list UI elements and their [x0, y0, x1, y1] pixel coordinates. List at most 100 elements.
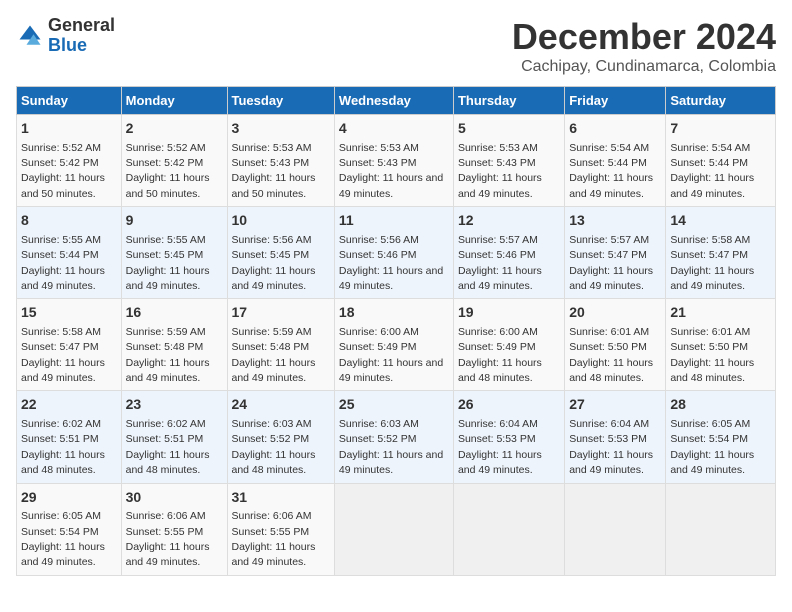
day-detail: Sunrise: 6:01 AM Sunset: 5:50 PM Dayligh…: [670, 326, 754, 384]
logo-icon: [16, 22, 44, 50]
day-detail: Sunrise: 5:58 AM Sunset: 5:47 PM Dayligh…: [21, 326, 105, 384]
calendar-cell: 31Sunrise: 6:06 AM Sunset: 5:55 PM Dayli…: [227, 483, 334, 575]
column-header-saturday: Saturday: [666, 87, 776, 115]
day-detail: Sunrise: 5:59 AM Sunset: 5:48 PM Dayligh…: [232, 326, 316, 384]
logo-blue-text: Blue: [48, 36, 115, 56]
day-number: 23: [126, 395, 223, 415]
calendar-cell: 5 Sunrise: 5:53 AM Sunset: 5:43 PM Daylig…: [453, 115, 564, 207]
day-number: 6: [569, 119, 661, 139]
week-row-1: 1 Sunrise: 5:52 AM Sunset: 5:42 PM Daylig…: [17, 115, 776, 207]
day-detail: Sunrise: 5:55 AM Sunset: 5:45 PM Dayligh…: [126, 234, 210, 292]
calendar-cell: 28Sunrise: 6:05 AM Sunset: 5:54 PM Dayli…: [666, 391, 776, 483]
calendar-cell: 30Sunrise: 6:06 AM Sunset: 5:55 PM Dayli…: [121, 483, 227, 575]
week-row-3: 15 Sunrise: 5:58 AM Sunset: 5:47 PM Dayli…: [17, 299, 776, 391]
title-block: December 2024 Cachipay, Cundinamarca, Co…: [512, 16, 776, 76]
calendar-cell: 22 Sunrise: 6:02 AM Sunset: 5:51 PM Dayli…: [17, 391, 122, 483]
day-detail: Sunrise: 6:04 AM Sunset: 5:53 PM Dayligh…: [569, 418, 653, 476]
day-number: 2: [126, 119, 223, 139]
week-row-5: 29Sunrise: 6:05 AM Sunset: 5:54 PM Dayli…: [17, 483, 776, 575]
day-detail: Sunrise: 6:03 AM Sunset: 5:52 PM Dayligh…: [232, 418, 316, 476]
day-number: 25: [339, 395, 449, 415]
day-detail: Sunrise: 6:00 AM Sunset: 5:49 PM Dayligh…: [339, 326, 443, 384]
subtitle: Cachipay, Cundinamarca, Colombia: [512, 58, 776, 76]
day-detail: Sunrise: 6:02 AM Sunset: 5:51 PM Dayligh…: [126, 418, 210, 476]
day-number: 10: [232, 211, 330, 231]
day-detail: Sunrise: 5:56 AM Sunset: 5:45 PM Dayligh…: [232, 234, 316, 292]
day-number: 7: [670, 119, 771, 139]
day-detail: Sunrise: 6:06 AM Sunset: 5:55 PM Dayligh…: [126, 510, 210, 568]
day-detail: Sunrise: 6:03 AM Sunset: 5:52 PM Dayligh…: [339, 418, 443, 476]
day-number: 27: [569, 395, 661, 415]
day-number: 14: [670, 211, 771, 231]
day-number: 31: [232, 488, 330, 508]
logo-text: General Blue: [48, 16, 115, 56]
header: General Blue December 2024 Cachipay, Cun…: [16, 16, 776, 76]
calendar-cell: 3Sunrise: 5:53 AM Sunset: 5:43 PM Daylig…: [227, 115, 334, 207]
calendar-table: SundayMondayTuesdayWednesdayThursdayFrid…: [16, 86, 776, 576]
calendar-cell: 2 Sunrise: 5:52 AM Sunset: 5:42 PM Daylig…: [121, 115, 227, 207]
day-detail: Sunrise: 6:06 AM Sunset: 5:55 PM Dayligh…: [232, 510, 316, 568]
day-detail: Sunrise: 6:01 AM Sunset: 5:50 PM Dayligh…: [569, 326, 653, 384]
day-detail: Sunrise: 5:54 AM Sunset: 5:44 PM Dayligh…: [569, 142, 653, 200]
day-detail: Sunrise: 5:52 AM Sunset: 5:42 PM Dayligh…: [126, 142, 210, 200]
logo: General Blue: [16, 16, 115, 56]
calendar-cell: 10 Sunrise: 5:56 AM Sunset: 5:45 PM Dayli…: [227, 207, 334, 299]
day-number: 11: [339, 211, 449, 231]
day-number: 1: [21, 119, 117, 139]
logo-general-text: General: [48, 16, 115, 36]
day-detail: Sunrise: 6:05 AM Sunset: 5:54 PM Dayligh…: [21, 510, 105, 568]
calendar-cell: 18Sunrise: 6:00 AM Sunset: 5:49 PM Dayli…: [334, 299, 453, 391]
day-number: 15: [21, 303, 117, 323]
calendar-cell: 27 Sunrise: 6:04 AM Sunset: 5:53 PM Dayli…: [565, 391, 666, 483]
calendar-cell: 29Sunrise: 6:05 AM Sunset: 5:54 PM Dayli…: [17, 483, 122, 575]
calendar-cell: 13 Sunrise: 5:57 AM Sunset: 5:47 PM Dayli…: [565, 207, 666, 299]
calendar-cell: 11 Sunrise: 5:56 AM Sunset: 5:46 PM Dayli…: [334, 207, 453, 299]
day-detail: Sunrise: 5:57 AM Sunset: 5:47 PM Dayligh…: [569, 234, 653, 292]
week-row-2: 8Sunrise: 5:55 AM Sunset: 5:44 PM Daylig…: [17, 207, 776, 299]
day-detail: Sunrise: 5:57 AM Sunset: 5:46 PM Dayligh…: [458, 234, 542, 292]
calendar-cell: 6 Sunrise: 5:54 AM Sunset: 5:44 PM Daylig…: [565, 115, 666, 207]
calendar-cell: 25 Sunrise: 6:03 AM Sunset: 5:52 PM Dayli…: [334, 391, 453, 483]
day-number: 5: [458, 119, 560, 139]
calendar-cell: 20 Sunrise: 6:01 AM Sunset: 5:50 PM Dayli…: [565, 299, 666, 391]
day-detail: Sunrise: 6:04 AM Sunset: 5:53 PM Dayligh…: [458, 418, 542, 476]
column-header-thursday: Thursday: [453, 87, 564, 115]
day-number: 8: [21, 211, 117, 231]
calendar-cell: 1Sunrise: 5:52 AM Sunset: 5:42 PM Daylig…: [17, 115, 122, 207]
day-number: 20: [569, 303, 661, 323]
calendar-cell: [334, 483, 453, 575]
day-number: 28: [670, 395, 771, 415]
day-detail: Sunrise: 5:53 AM Sunset: 5:43 PM Dayligh…: [232, 142, 316, 200]
column-header-monday: Monday: [121, 87, 227, 115]
calendar-cell: 14 Sunrise: 5:58 AM Sunset: 5:47 PM Dayli…: [666, 207, 776, 299]
calendar-cell: 17Sunrise: 5:59 AM Sunset: 5:48 PM Dayli…: [227, 299, 334, 391]
day-detail: Sunrise: 5:58 AM Sunset: 5:47 PM Dayligh…: [670, 234, 754, 292]
day-detail: Sunrise: 5:53 AM Sunset: 5:43 PM Dayligh…: [458, 142, 542, 200]
calendar-cell: 9Sunrise: 5:55 AM Sunset: 5:45 PM Daylig…: [121, 207, 227, 299]
day-number: 30: [126, 488, 223, 508]
calendar-cell: 8Sunrise: 5:55 AM Sunset: 5:44 PM Daylig…: [17, 207, 122, 299]
day-number: 13: [569, 211, 661, 231]
day-number: 22: [21, 395, 117, 415]
day-number: 24: [232, 395, 330, 415]
day-number: 26: [458, 395, 560, 415]
calendar-cell: 4Sunrise: 5:53 AM Sunset: 5:43 PM Daylig…: [334, 115, 453, 207]
calendar-cell: 21Sunrise: 6:01 AM Sunset: 5:50 PM Dayli…: [666, 299, 776, 391]
day-detail: Sunrise: 6:02 AM Sunset: 5:51 PM Dayligh…: [21, 418, 105, 476]
column-header-sunday: Sunday: [17, 87, 122, 115]
column-header-wednesday: Wednesday: [334, 87, 453, 115]
day-number: 19: [458, 303, 560, 323]
calendar-cell: 19Sunrise: 6:00 AM Sunset: 5:49 PM Dayli…: [453, 299, 564, 391]
calendar-cell: 16Sunrise: 5:59 AM Sunset: 5:48 PM Dayli…: [121, 299, 227, 391]
day-detail: Sunrise: 5:56 AM Sunset: 5:46 PM Dayligh…: [339, 234, 443, 292]
main-title: December 2024: [512, 16, 776, 58]
day-number: 29: [21, 488, 117, 508]
calendar-cell: 15 Sunrise: 5:58 AM Sunset: 5:47 PM Dayli…: [17, 299, 122, 391]
calendar-cell: 24 Sunrise: 6:03 AM Sunset: 5:52 PM Dayli…: [227, 391, 334, 483]
calendar-cell: 26 Sunrise: 6:04 AM Sunset: 5:53 PM Dayli…: [453, 391, 564, 483]
week-row-4: 22 Sunrise: 6:02 AM Sunset: 5:51 PM Dayli…: [17, 391, 776, 483]
calendar-cell: 7Sunrise: 5:54 AM Sunset: 5:44 PM Daylig…: [666, 115, 776, 207]
calendar-cell: [565, 483, 666, 575]
day-number: 4: [339, 119, 449, 139]
header-row: SundayMondayTuesdayWednesdayThursdayFrid…: [17, 87, 776, 115]
